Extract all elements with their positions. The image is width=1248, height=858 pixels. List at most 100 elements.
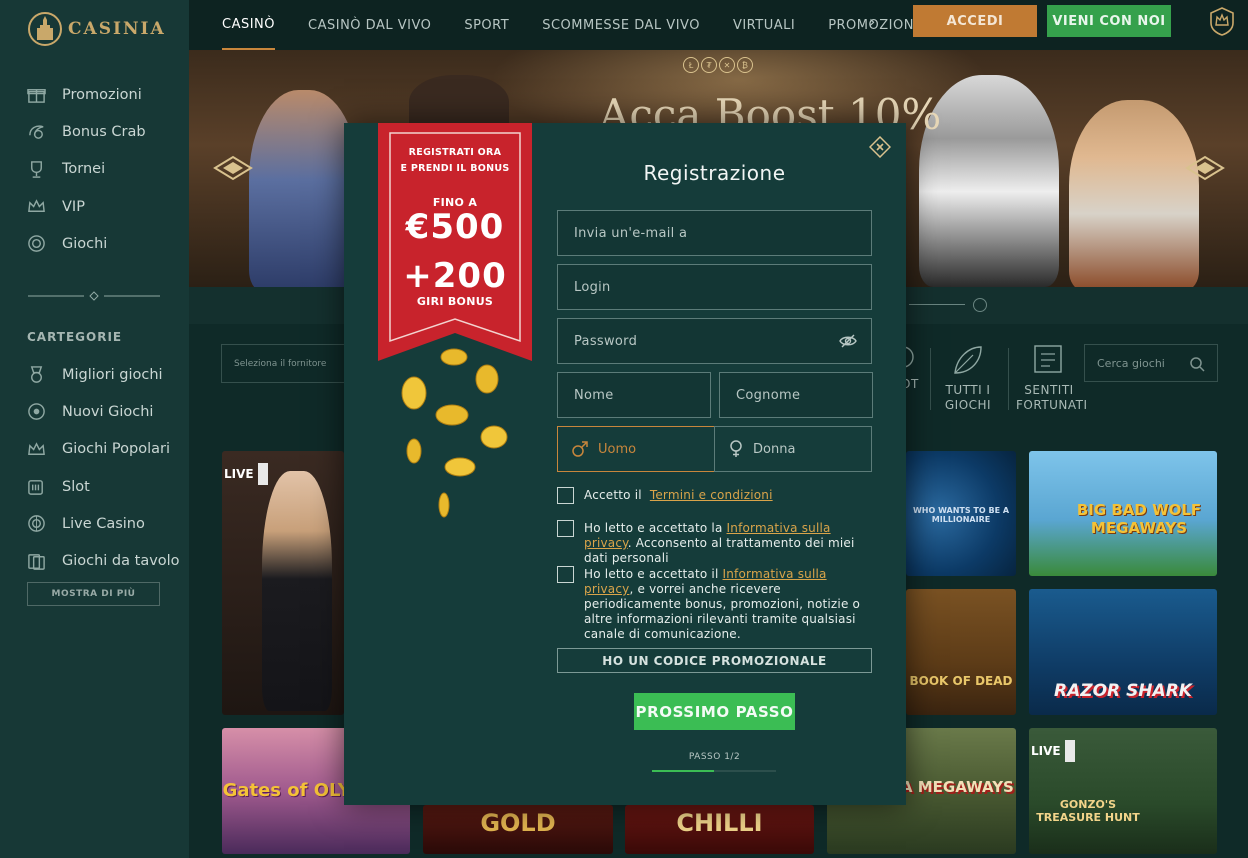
last-name-field[interactable]	[719, 372, 873, 418]
arrow-left-icon[interactable]	[213, 153, 253, 183]
category-giochi-popolari[interactable]: Giochi Popolari	[27, 431, 182, 468]
trophy-icon	[31, 160, 42, 178]
first-name-field[interactable]	[557, 372, 711, 418]
provider-select-placeholder: Seleziona il fornitore	[234, 358, 327, 369]
game-tile-gonzos-treasure-hunt[interactable]: LIVE GONZO'S TREASURE HUNT	[1029, 728, 1217, 854]
last-name-input[interactable]	[736, 387, 872, 403]
pagination-dot[interactable]	[973, 298, 987, 312]
ripple-icon: ✕	[719, 57, 735, 73]
terms-checkbox-row: Accetto il Termini e condizioni	[557, 487, 872, 504]
category-live-casino[interactable]: Live Casino	[27, 505, 182, 542]
category-giochi-da-tavolo[interactable]: Giochi da tavolo	[27, 542, 182, 579]
show-more-button[interactable]: MOSTRA DI PIÙ	[27, 582, 160, 606]
topnav-sport[interactable]: SPORT	[464, 0, 509, 50]
live-badge: LIVE	[1031, 740, 1075, 762]
marketing-text: Ho letto e accettato il Informativa sull…	[584, 567, 861, 641]
logo[interactable]: CASINIA	[28, 9, 166, 49]
promo-code-button[interactable]: HO UN CODICE PROMOZIONALE	[557, 648, 872, 673]
registration-modal: REGISTRATI ORA E PRENDI IL BONUS FINO A …	[344, 123, 906, 805]
email-input[interactable]	[574, 225, 871, 241]
chevron-right-icon[interactable]: ›	[869, 12, 875, 31]
cards-icon	[28, 553, 45, 570]
sidebar-item-promozioni[interactable]: Promozioni	[27, 76, 177, 113]
password-field[interactable]	[557, 318, 872, 364]
marketing-checkbox[interactable]	[557, 566, 574, 583]
game-tile-gold[interactable]: GOLD	[423, 805, 613, 854]
category-slot[interactable]: Slot	[27, 468, 182, 505]
eye-slash-icon[interactable]	[839, 333, 857, 349]
litecoin-icon: Ł	[683, 57, 699, 73]
sidebar-item-giochi[interactable]: Giochi	[27, 225, 177, 262]
sidebar-item-tornei[interactable]: Tornei	[27, 151, 177, 188]
sidebar-item-label: Tornei	[62, 161, 106, 178]
promo-line-2: E PRENDI IL BONUS	[400, 163, 510, 174]
terms-checkbox[interactable]	[557, 487, 574, 504]
next-step-button[interactable]: PROSSIMO PASSO	[634, 693, 795, 730]
privacy-text: Ho letto e accettato la Informativa sull…	[584, 521, 855, 565]
topnav-casino[interactable]: CASINÒ	[222, 0, 276, 50]
game-tile-live-dealer[interactable]: LIVE	[222, 451, 344, 715]
sidebar-item-vip[interactable]: VIP	[27, 188, 177, 225]
search-icon[interactable]	[1189, 356, 1205, 372]
tether-icon: ₮	[701, 57, 717, 73]
sidebar-item-label: Giochi	[62, 235, 108, 252]
castle-logo-icon	[28, 12, 62, 46]
tab-all-games[interactable]: TUTTI I GIOCHI	[940, 343, 996, 413]
roulette-icon	[28, 515, 45, 533]
game-tile-chilli[interactable]: CHILLI	[625, 805, 814, 854]
terms-text: Accetto il Termini e condizioni	[584, 488, 773, 502]
provider-select[interactable]: Seleziona il fornitore	[221, 344, 345, 383]
first-name-input[interactable]	[574, 387, 710, 403]
login-input[interactable]	[574, 279, 871, 295]
game-title: GOLD	[480, 809, 556, 837]
arrow-right-icon[interactable]	[1185, 153, 1225, 183]
category-label: Live Casino	[62, 515, 145, 532]
promo-spins: +200	[403, 256, 507, 296]
topnav-virtual[interactable]: VIRTUALI	[733, 0, 795, 50]
tab-feeling-lucky[interactable]: SENTITI FORTUNATI	[1016, 343, 1087, 413]
game-title: BIG BAD WOLF MEGAWAYS	[1076, 501, 1202, 537]
privacy-checkbox-row: Ho letto e accettato la Informativa sull…	[557, 520, 872, 566]
basketball-player-image	[1069, 100, 1199, 287]
female-icon	[730, 440, 742, 457]
game-tile-big-bad-wolf[interactable]: BIG BAD WOLF MEGAWAYS	[1029, 451, 1217, 576]
sidebar-item-bonus-crab[interactable]: Bonus Crab	[27, 113, 177, 150]
top-bar: CASINÒ CASINÒ DAL VIVO SPORT SCOMMESSE D…	[189, 0, 1248, 50]
terms-link[interactable]: Termini e condizioni	[650, 488, 773, 502]
privacy-checkbox[interactable]	[557, 520, 574, 537]
category-nuovi-giochi[interactable]: Nuovi Giochi	[27, 393, 182, 430]
login-button[interactable]: ACCEDI	[913, 5, 1037, 37]
game-tile-razor-shark[interactable]: RAZOR SHARK	[1029, 589, 1217, 715]
gold-coins-image	[401, 348, 508, 518]
topnav-casino-live[interactable]: CASINÒ DAL VIVO	[308, 0, 431, 50]
tab-separator	[930, 348, 931, 410]
gender-male-option[interactable]: Uomo	[557, 426, 715, 472]
game-tile-book-of-dead[interactable]: BOOK OF DEAD	[906, 589, 1016, 715]
login-field[interactable]	[557, 264, 872, 310]
gift-icon	[27, 89, 46, 103]
password-input[interactable]	[574, 333, 871, 349]
close-icon[interactable]	[869, 136, 891, 158]
categories-nav: Migliori giochi Nuovi Giochi Giochi Popo…	[27, 356, 182, 580]
leaf-icon	[954, 346, 982, 374]
category-migliori-giochi[interactable]: Migliori giochi	[27, 356, 182, 393]
tab-label: SENTITI FORTUNATI	[1016, 383, 1088, 412]
gender-male-label: Uomo	[598, 441, 637, 457]
email-field[interactable]	[557, 210, 872, 256]
game-title: BOOK OF DEAD	[909, 674, 1013, 688]
sidebar-nav: Promozioni Bonus Crab Tornei VIP Giochi	[27, 76, 177, 262]
join-button[interactable]: VIENI CON NOI	[1047, 5, 1171, 37]
shield-crown-icon[interactable]	[1209, 6, 1235, 36]
promo-spins-label: GIRI BONUS	[416, 295, 494, 308]
medal-icon	[30, 366, 43, 383]
topnav-live-betting[interactable]: SCOMMESSE DAL VIVO	[542, 0, 700, 50]
dealer-image	[262, 471, 332, 711]
slot-machine-icon	[28, 480, 43, 495]
new-badge-icon	[28, 403, 45, 421]
game-title: CHILLI	[676, 809, 763, 837]
game-tile-millionaire[interactable]: WHO WANTS TO BE A MILLIONAIRE	[906, 451, 1016, 576]
crown-icon	[28, 441, 45, 455]
game-search-input[interactable]: Cerca giochi	[1084, 344, 1218, 382]
gender-female-option[interactable]: Donna	[714, 426, 872, 472]
crypto-icons: Ł ₮ ✕ ₿	[683, 57, 753, 73]
